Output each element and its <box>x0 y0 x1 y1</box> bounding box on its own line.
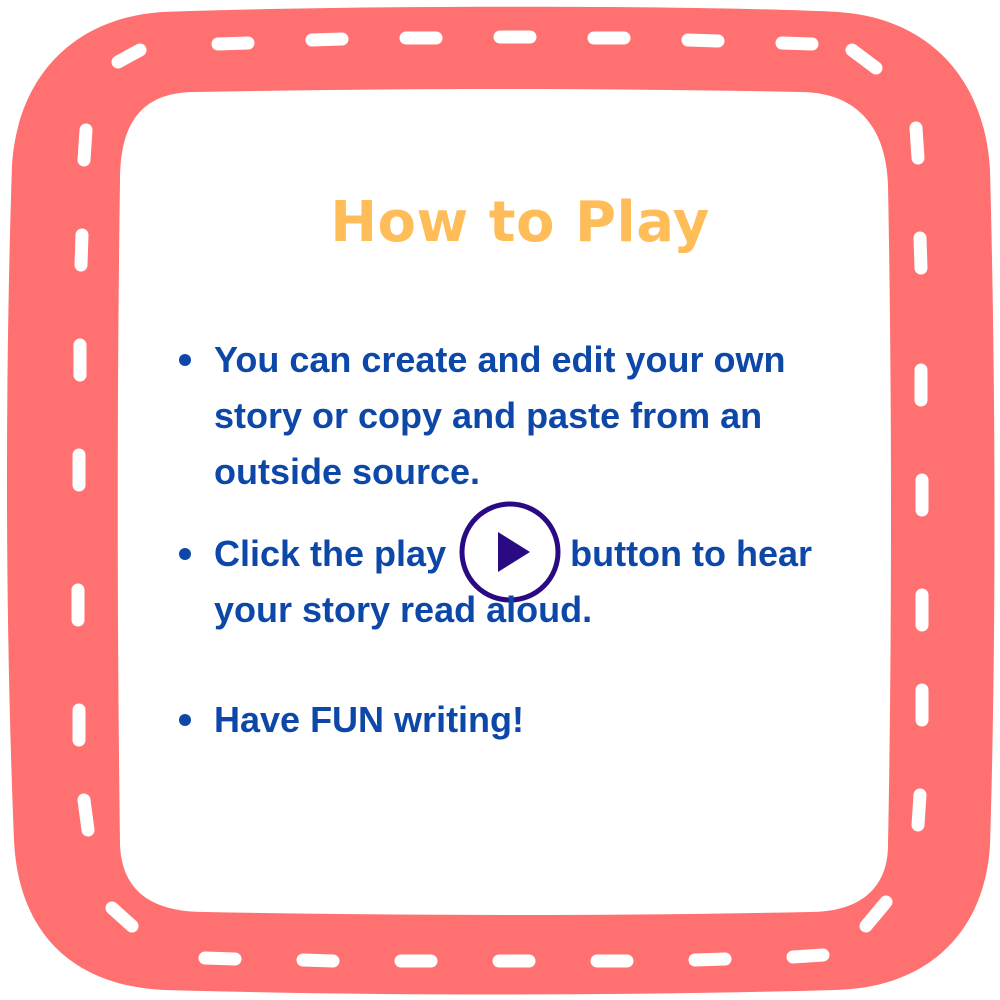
instructions-list: You can create and edit your own story o… <box>176 332 876 748</box>
page-title: How to Play <box>330 190 710 255</box>
list-item: You can create and edit your own story o… <box>176 332 876 500</box>
bullet-dot <box>179 714 191 727</box>
bullet-dot <box>179 548 191 560</box>
list-item: Have FUN writing! <box>176 692 876 748</box>
instruction-text: You can create and edit your own story o… <box>214 339 786 492</box>
list-item: Click the play button to hear your story… <box>176 501 876 638</box>
how-to-play-card: How to Play You can create and edit your… <box>0 0 1000 1000</box>
bullet-dot <box>179 354 191 366</box>
instruction-text: Have FUN writing! <box>214 699 525 741</box>
instruction-text-before-icon: Click the play <box>214 533 447 574</box>
